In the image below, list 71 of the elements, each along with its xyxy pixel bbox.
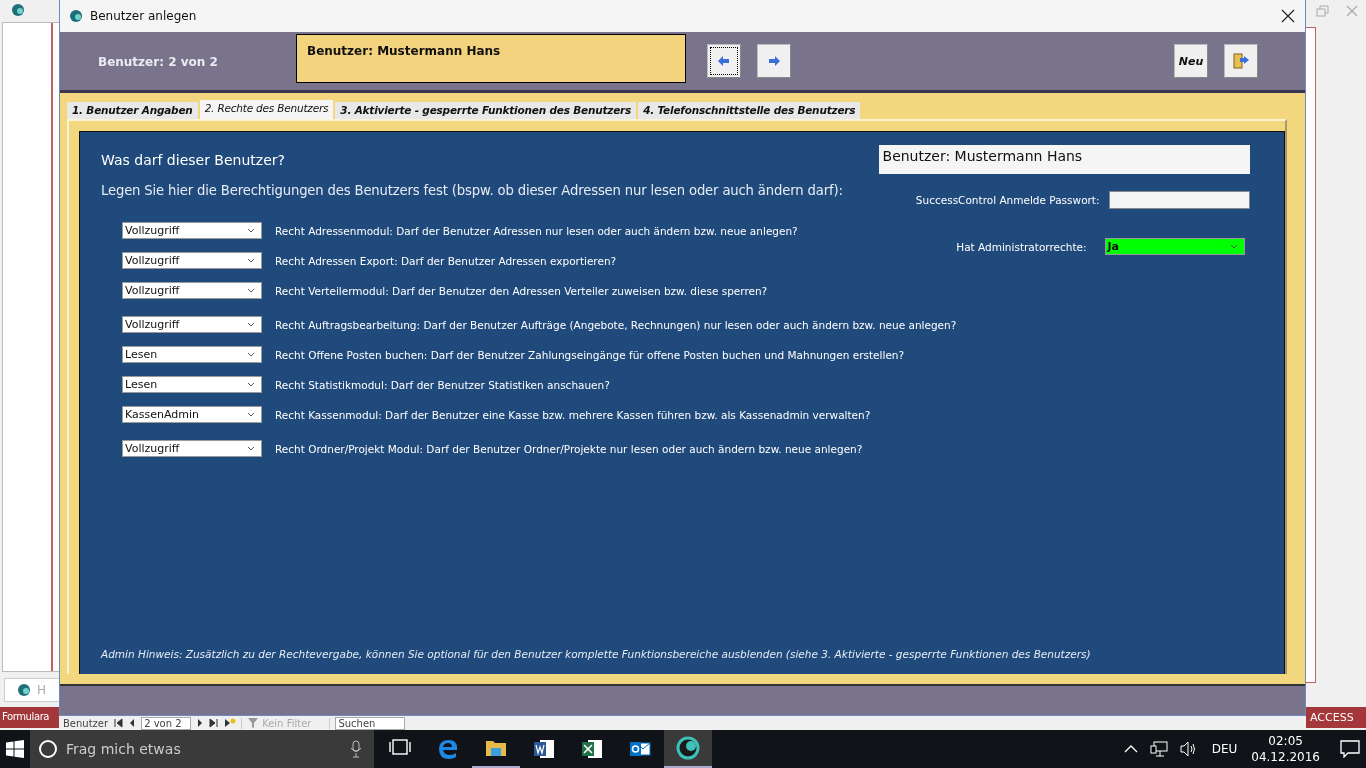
permission-dropdown[interactable]: Lesen (122, 346, 262, 363)
last-record-icon[interactable] (209, 718, 220, 728)
instruction-text: Legen Sie hier die Berechtigungen des Benutzers fest (bspw. ob dieser Adressen nur lesen oder auch ändern darf): (101, 183, 843, 198)
user-name-box: Benutzer: Mustermann Hans (296, 34, 686, 83)
permission-dropdown[interactable]: Vollzugriff (122, 316, 262, 333)
browser-e-icon (436, 737, 460, 761)
taskbar-button[interactable] (664, 730, 712, 768)
right-arrow-icon (768, 56, 780, 66)
app-icon (676, 736, 700, 760)
window-title: Benutzer anlegen (90, 9, 197, 23)
tab[interactable]: 3. Aktivierte - gesperrte Funktionen des Benutzers (335, 102, 637, 119)
tab[interactable]: 4. Telefonschnittstelle des Benutzers (638, 102, 861, 119)
search-field[interactable]: Frag mich etwas (30, 730, 374, 768)
app-icon (69, 9, 83, 23)
language-indicator[interactable]: DEU (1211, 742, 1238, 756)
permission-label: Recht Verteilermodul: Darf der Benutzer den Adressen Verteiler zuweisen bzw. diese sperren? (275, 284, 768, 297)
admin-dropdown[interactable]: Ja (1104, 238, 1245, 255)
permission-dropdown[interactable]: KassenAdmin (122, 406, 262, 423)
permission-label: Recht Ordner/Projekt Modul: Darf der Benutzer Ordner/Projekte nur lesen oder auch ändern bzw. neue anlegen? (275, 442, 863, 455)
permission-label: Recht Offene Posten buchen: Darf der Benutzer Zahlungseingänge für offene Posten buchen und Mahnungen erstellen? (275, 348, 905, 361)
left-arrow-icon (718, 56, 730, 66)
microphone-icon[interactable] (350, 740, 362, 758)
windows-logo-icon[interactable] (6, 740, 24, 758)
field-label: SuccessControl Anmelde Passwort: (915, 194, 1100, 206)
word-document-icon (532, 737, 556, 761)
permission-label: Recht Auftragsbearbeitung: Darf der Benutzer Aufträge (Angebote, Rechnungen) nur lesen oder auch ändern bzw. neue anlegen? (275, 318, 957, 331)
navigation-label: Benutzer (63, 717, 109, 729)
exit-button[interactable] (1224, 44, 1258, 78)
permission-dropdown[interactable]: Lesen (122, 376, 262, 393)
admin-hint-text: Admin Hinweis: Zusätzlich zu der Rechtevergabe, können Sie optional für den Benutzer komplette Funktionsbereiche ausblenden (siehe 3. Aktivierte - gesperrte Funktionen des Benutzers) (101, 648, 1092, 662)
tab-label: H (37, 683, 47, 697)
network-icon[interactable] (1149, 741, 1168, 757)
permission-label: Recht Adressenmodul: Darf der Benutzer Adressen nur lesen oder auch ändern bzw. neue anlegen? (275, 224, 798, 237)
search-field[interactable]: Suchen (335, 716, 406, 730)
cortana-circle-icon (38, 739, 58, 759)
app-icon (11, 3, 25, 17)
speaker-icon[interactable] (1179, 741, 1198, 757)
status-label: ACCESS (1306, 707, 1366, 728)
permission-dropdown[interactable]: Vollzugriff (122, 440, 262, 457)
chevron-up-icon[interactable] (1123, 744, 1138, 754)
first-record-icon[interactable] (113, 718, 124, 728)
previous-button[interactable] (707, 44, 741, 78)
permission-label: Recht Kassenmodul: Darf der Benutzer eine Kasse bzw. mehrere Kassen führen bzw. als Kassenadmin verwalten? (275, 408, 871, 421)
permission-label: Recht Adressen Export: Darf der Benutzer Adressen exportieren? (275, 254, 617, 267)
tab[interactable]: 1. Benutzer Angaben (67, 102, 198, 119)
clock-text: 02:05 (1268, 733, 1303, 749)
clock-text: 04.12.2016 (1251, 749, 1320, 765)
spreadsheet-icon (580, 737, 604, 761)
door-arrow-icon (1232, 52, 1250, 70)
status-label: Formulara (0, 707, 60, 728)
new-record-icon[interactable] (224, 718, 237, 728)
permission-dropdown[interactable]: Vollzugriff (122, 252, 262, 269)
user-name-box: Benutzer: Mustermann Hans (878, 145, 1250, 174)
section-heading: Was darf dieser Benutzer? (101, 151, 285, 168)
permission-dropdown[interactable]: Vollzugriff (122, 222, 262, 239)
tab[interactable]: 2. Rechte des Benutzers (199, 100, 334, 119)
new-button[interactable]: Neu (1174, 44, 1208, 78)
record-counter: Benutzer: 2 von 2 (98, 54, 219, 69)
previous-record-icon[interactable] (128, 718, 137, 728)
next-button[interactable] (757, 44, 791, 78)
clock[interactable]: 02:05 04.12.2016 (1251, 733, 1320, 765)
field-label: Hat Administratorrechte: (956, 240, 1087, 253)
close-icon[interactable] (1281, 9, 1295, 23)
funnel-icon (248, 718, 259, 728)
permission-dropdown[interactable]: Vollzugriff (122, 282, 262, 299)
next-record-icon[interactable] (196, 718, 205, 728)
permission-label: Recht Statistikmodul: Darf der Benutzer Statistiken anschauen? (275, 378, 610, 391)
app-icon (17, 683, 31, 697)
password-field[interactable] (1108, 191, 1250, 209)
notification-icon[interactable] (1340, 740, 1360, 758)
record-number-field[interactable]: 2 von 2 (141, 716, 192, 730)
